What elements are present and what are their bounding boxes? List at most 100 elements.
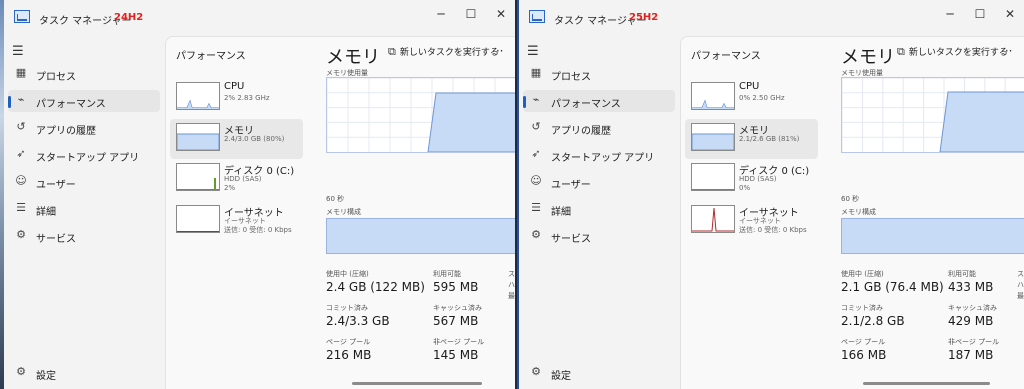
sidebar-item-performance[interactable]: ⌁ パフォーマンス	[8, 90, 160, 112]
sidebar-item-services[interactable]: ⚙ サービス	[523, 225, 675, 247]
title-bar[interactable]: タスク マネージャー 24H2 ─ ☐ ✕	[4, 0, 515, 34]
sidebar-item-label: ユーザー	[551, 180, 591, 191]
tile-disk[interactable]: ディスク 0 (C:) HDD (SAS) 0%	[685, 159, 818, 199]
sidebar-item-details[interactable]: ☰ 詳細	[8, 198, 160, 220]
maximize-button[interactable]: ☐	[457, 5, 485, 23]
memory-composition-bar	[326, 218, 515, 254]
sidebar-item-users[interactable]: ☺ ユーザー	[523, 171, 675, 193]
memory-detail-panel: メモリ メモリ使用量 60 秒 メモリ構成 使用中 (圧縮) 2.4 GB (1…	[326, 37, 515, 389]
task-manager-window-25h2: タスク マネージャー 25H2 ─ ☐ ✕ ☰ ▦ プロセス ⌁ パフォーマンス…	[517, 0, 1024, 389]
tile-memory-graph	[691, 123, 735, 151]
slot-info-label: スロットの	[508, 270, 515, 278]
stat-value: 216 MB	[326, 348, 372, 362]
performance-icon: ⌁	[532, 93, 540, 106]
details-icon: ☰	[16, 201, 26, 214]
services-icon: ⚙	[16, 228, 26, 241]
sidebar-item-label: ユーザー	[36, 180, 76, 191]
tile-disk-graph	[691, 163, 735, 191]
maximize-button[interactable]: ☐	[966, 5, 994, 23]
history-icon: ↺	[531, 120, 541, 133]
tile-memory[interactable]: メモリ 2.1/2.6 GB (81%)	[685, 119, 818, 159]
memory-composition-bar	[841, 218, 1024, 254]
sidebar-item-history[interactable]: ↺ アプリの履歴	[8, 117, 160, 139]
stat-label: ページ プール	[326, 338, 371, 346]
sidebar-item-details[interactable]: ☰ 詳細	[523, 198, 675, 220]
horizontal-scrollbar[interactable]	[863, 382, 990, 385]
sidebar-item-settings[interactable]: ⚙ 設定	[8, 362, 160, 384]
stat-value: 2.4/3.3 GB	[326, 314, 390, 328]
stat-value: 2.4 GB (122 MB)	[326, 280, 425, 294]
stat-value: 187 MB	[948, 348, 994, 362]
memory-usage-graph	[326, 77, 515, 153]
task-manager-icon	[529, 10, 545, 23]
minimize-button[interactable]: ─	[936, 5, 964, 23]
stat-label: ページ プール	[841, 338, 886, 346]
close-button[interactable]: ✕	[996, 5, 1024, 23]
memory-usage-graph	[841, 77, 1024, 153]
sidebar-item-label: 詳細	[551, 207, 571, 218]
sidebar-item-processes[interactable]: ▦ プロセス	[8, 63, 160, 85]
memory-detail-panel: メモリ メモリ使用量 60 秒 メモリ構成 使用中 (圧縮) 2.1 GB (7…	[841, 37, 1024, 389]
sidebar-item-users[interactable]: ☺ ユーザー	[8, 171, 160, 193]
stat-value: 595 MB	[433, 280, 479, 294]
settings-label: 設定	[551, 371, 571, 382]
stat-value: 166 MB	[841, 348, 887, 362]
close-button[interactable]: ✕	[487, 5, 515, 23]
sidebar-item-label: アプリの履歴	[36, 126, 96, 137]
sidebar-item-startup[interactable]: ➶ スタートアップ アプリ	[523, 144, 675, 166]
horizontal-scrollbar[interactable]	[352, 382, 482, 385]
memory-usage-svg	[842, 78, 1024, 152]
stat-label: 利用可能	[433, 270, 461, 278]
tile-ethernet-graph	[176, 205, 220, 233]
slot-info-label: 最大メモリ	[508, 292, 515, 300]
sidebar-item-label: プロセス	[36, 72, 76, 83]
title-bar[interactable]: タスク マネージャー 25H2 ─ ☐ ✕	[519, 0, 1024, 34]
tile-subtitle: イーサネット 送信: 0 受信: 0 Kbps	[739, 217, 807, 234]
settings-label: 設定	[36, 371, 56, 382]
sidebar-item-label: スタートアップ アプリ	[551, 153, 655, 164]
tile-subtitle: 2% 2.83 GHz	[224, 94, 270, 102]
tile-disk[interactable]: ディスク 0 (C:) HDD (SAS) 2%	[170, 159, 303, 199]
tile-memory[interactable]: メモリ 2.4/3.0 GB (80%)	[170, 119, 303, 159]
tile-ethernet[interactable]: イーサネット イーサネット 送信: 0 受信: 0 Kbps	[170, 201, 303, 241]
tile-subtitle: 2.1/2.6 GB (81%)	[739, 135, 800, 143]
startup-icon: ➶	[531, 147, 541, 160]
memory-usage-area	[939, 91, 1024, 152]
sidebar-item-label: 詳細	[36, 207, 56, 218]
stat-label: コミット済み	[841, 304, 883, 312]
sidebar-item-history[interactable]: ↺ アプリの履歴	[523, 117, 675, 139]
task-manager-window-24h2: タスク マネージャー 24H2 ─ ☐ ✕ ☰ ▦ プロセス ⌁ パフォーマンス…	[4, 0, 515, 389]
tile-cpu[interactable]: CPU 2% 2.83 GHz	[170, 78, 303, 118]
stat-label: 非ページ プール	[433, 338, 485, 346]
composition-caption: メモリ構成	[841, 208, 876, 216]
stat-label: 利用可能	[948, 270, 976, 278]
sidebar-item-settings[interactable]: ⚙ 設定	[523, 362, 675, 384]
sidebar-item-startup[interactable]: ➶ スタートアップ アプリ	[8, 144, 160, 166]
sidebar-item-label: サービス	[551, 234, 591, 245]
version-label: 25H2	[629, 12, 659, 23]
tile-cpu[interactable]: CPU 0% 2.50 GHz	[685, 78, 818, 118]
detail-title: メモリ	[841, 47, 895, 68]
tile-ethernet[interactable]: イーサネット イーサネット 送信: 0 受信: 0 Kbps	[685, 201, 818, 241]
tile-ethernet-graph	[691, 205, 735, 233]
stat-label: 非ページ プール	[948, 338, 1000, 346]
tile-subtitle: イーサネット 送信: 0 受信: 0 Kbps	[224, 217, 292, 234]
users-icon: ☺	[15, 174, 27, 187]
hamburger-menu-icon[interactable]: ☰	[12, 44, 32, 60]
composition-caption: メモリ構成	[326, 208, 361, 216]
stat-value: 567 MB	[433, 314, 479, 328]
slot-info-label: 最大メモ	[1017, 292, 1024, 300]
history-icon: ↺	[16, 120, 26, 133]
sidebar-item-services[interactable]: ⚙ サービス	[8, 225, 160, 247]
tile-cpu-graph	[691, 82, 735, 110]
time-span-caption: 60 秒	[326, 195, 345, 203]
stat-label: コミット済み	[326, 304, 368, 312]
stat-value: 433 MB	[948, 280, 994, 294]
processes-icon: ▦	[530, 66, 542, 79]
minimize-button[interactable]: ─	[427, 5, 455, 23]
sidebar-item-processes[interactable]: ▦ プロセス	[523, 63, 675, 85]
sidebar-item-performance[interactable]: ⌁ パフォーマンス	[523, 90, 675, 112]
hamburger-menu-icon[interactable]: ☰	[527, 44, 547, 60]
sidebar: ☰ ▦ プロセス ⌁ パフォーマンス ↺ アプリの履歴 ➶ スタートアップ アプ…	[4, 36, 164, 389]
version-label: 24H2	[114, 12, 144, 23]
